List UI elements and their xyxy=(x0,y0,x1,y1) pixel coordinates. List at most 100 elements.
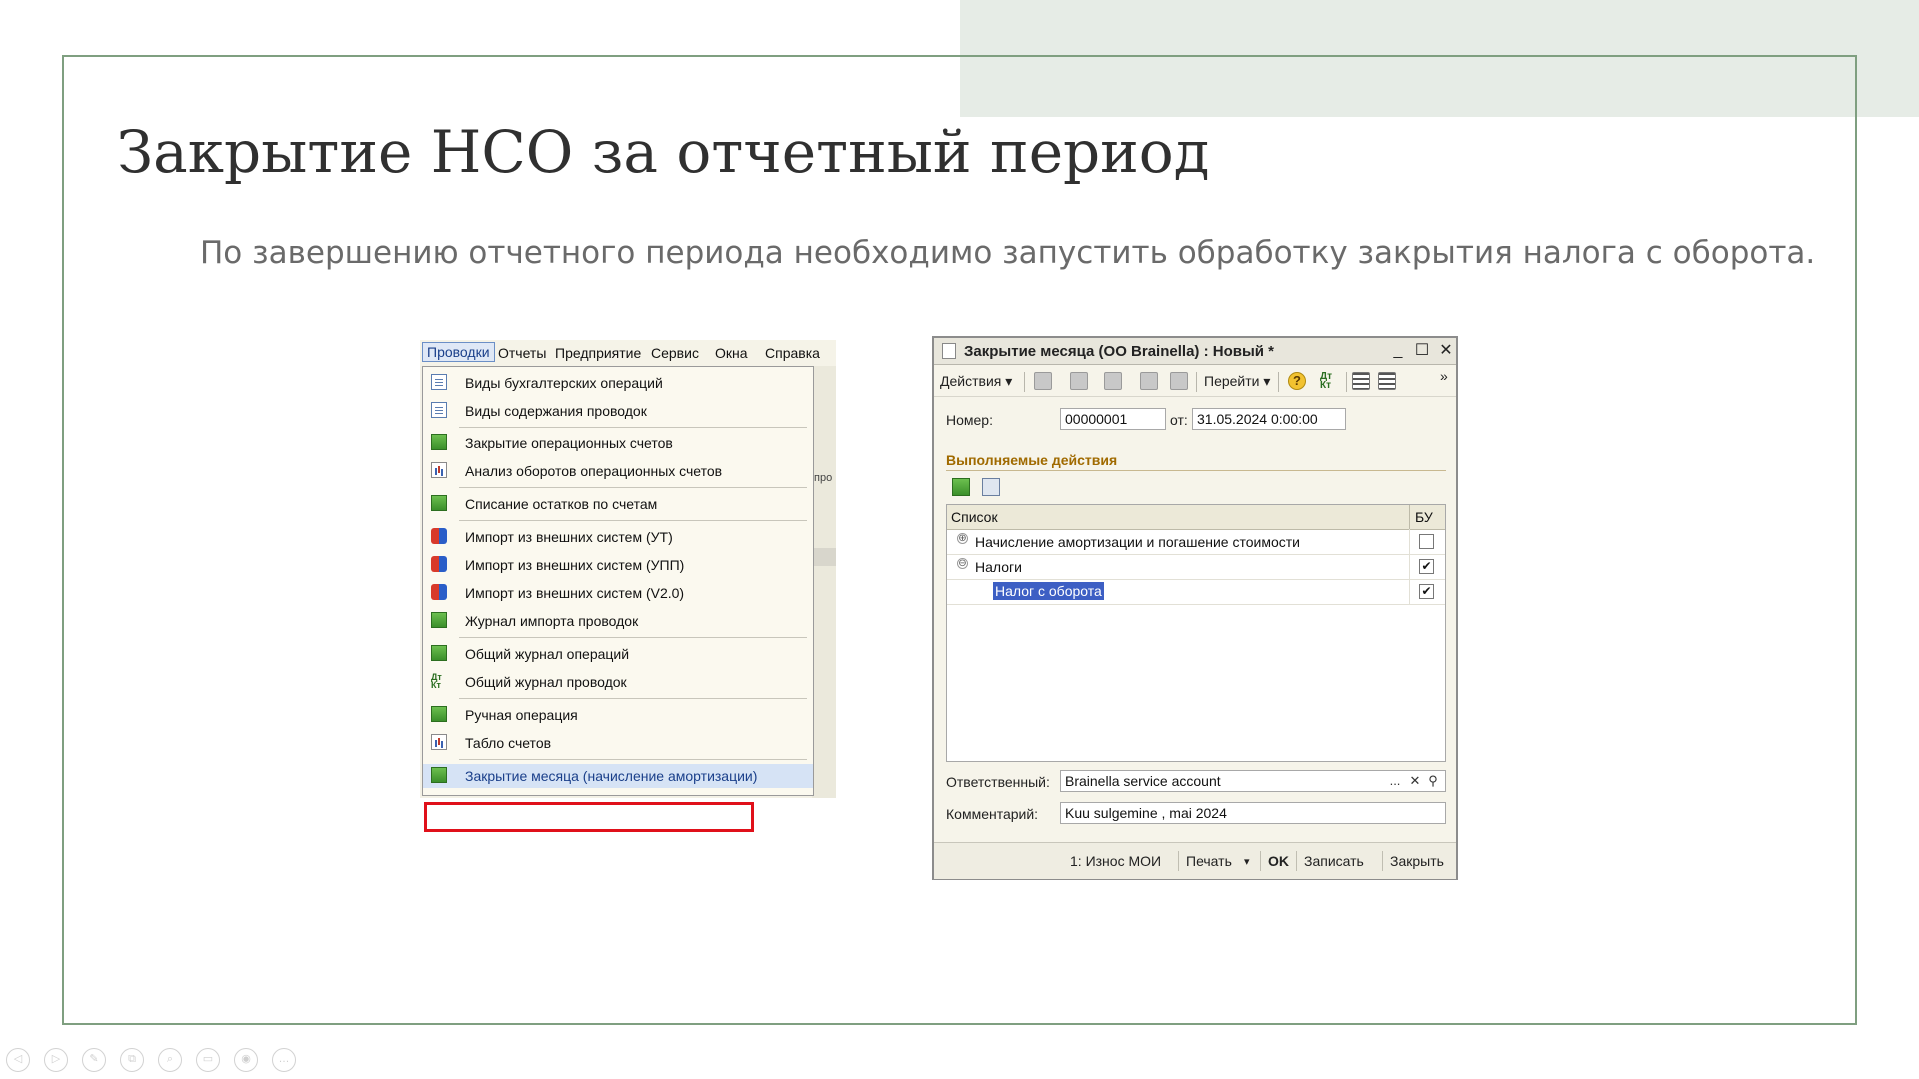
pen-icon[interactable]: ✎ xyxy=(82,1048,106,1072)
camera-icon[interactable]: ◉ xyxy=(234,1048,258,1072)
dialog-title: Закрытие месяца (ОО Brainella) : Новый * xyxy=(964,343,1274,360)
wear-button[interactable]: 1: Износ МОИ xyxy=(1070,853,1161,869)
menu-item[interactable]: Ручная операция xyxy=(423,703,813,727)
checkbox[interactable]: ✔ xyxy=(1419,559,1434,574)
help-icon[interactable]: ? xyxy=(1288,372,1306,390)
menu-item[interactable]: Виды бухгалтерских операций xyxy=(423,371,813,395)
minimize-button[interactable]: _ xyxy=(1388,341,1408,361)
execute-icon[interactable] xyxy=(952,478,970,496)
menu-item[interactable]: Анализ оборотов операционных счетов xyxy=(423,459,813,483)
menu-separator xyxy=(459,759,807,760)
menu-item[interactable]: Импорт из внешних систем (УТ) xyxy=(423,525,813,549)
menu-item[interactable]: Журнал импорта проводок xyxy=(423,609,813,633)
date-label: от: xyxy=(1170,412,1188,428)
document-icon xyxy=(942,343,956,359)
checkbox[interactable] xyxy=(1419,534,1434,549)
copy-icon[interactable] xyxy=(1170,372,1188,390)
expand-icon[interactable]: ⊕ xyxy=(957,533,968,544)
maximize-button[interactable]: ☐ xyxy=(1412,341,1432,361)
search-icon[interactable]: ⚲ xyxy=(1425,773,1441,789)
green-doc-icon xyxy=(431,706,447,722)
actions-menu[interactable]: Действия ▾ xyxy=(940,373,1012,390)
menu-spravka[interactable]: Справка xyxy=(765,345,820,361)
ok-button[interactable]: OK xyxy=(1268,853,1289,869)
dt-kt-icon: Дт Кт xyxy=(431,672,442,690)
close-button[interactable]: ✕ xyxy=(1436,341,1456,361)
prev-slide-icon[interactable]: ◁ xyxy=(6,1048,30,1072)
green-doc-icon xyxy=(431,434,447,450)
subtitles-icon[interactable]: ▭ xyxy=(196,1048,220,1072)
comment-label: Комментарий: xyxy=(946,806,1039,822)
menu-separator xyxy=(459,427,807,428)
menu-okna[interactable]: Окна xyxy=(715,345,748,361)
select-button[interactable]: ... xyxy=(1387,773,1403,789)
menu-predpriyatie[interactable]: Предприятие xyxy=(555,345,641,361)
collapse-icon[interactable]: ⊖ xyxy=(957,558,968,569)
responsible-field[interactable]: Brainella service account ... ✕ ⚲ xyxy=(1060,770,1446,792)
menu-screenshot: Проводки Отчеты Предприятие Сервис Окна … xyxy=(420,340,836,832)
menu-item[interactable]: Импорт из внешних систем (УПП) xyxy=(423,553,813,577)
import-icon xyxy=(431,528,447,544)
print-button[interactable]: Печать xyxy=(1186,853,1232,869)
menu-item-close-month[interactable]: Закрытие месяца (начисление амортизации) xyxy=(423,764,813,788)
menu-item[interactable]: Дт Кт Общий журнал проводок xyxy=(423,670,813,694)
column-bu: БУ xyxy=(1415,509,1433,525)
export-icon[interactable] xyxy=(1140,372,1158,390)
clear-icon[interactable]: ✕ xyxy=(1407,773,1423,789)
menu-separator xyxy=(459,520,807,521)
slide-title: Закрытие НСО за отчетный период xyxy=(117,118,1210,186)
next-slide-icon[interactable]: ▷ xyxy=(44,1048,68,1072)
save-button[interactable]: Записать xyxy=(1304,853,1364,869)
highlight-box xyxy=(424,802,754,832)
menu-provodki[interactable]: Проводки xyxy=(422,342,495,362)
chart-icon xyxy=(431,734,447,750)
doc-icon xyxy=(431,402,447,418)
import-icon xyxy=(431,584,447,600)
menu-item[interactable]: Виды содержания проводок xyxy=(423,399,813,423)
actions-table: Список БУ ⊕ Начисление амортизации и пог… xyxy=(946,504,1446,762)
table-row[interactable]: ⊖ Налоги ✔ xyxy=(947,554,1445,580)
background-window-fragment: про xyxy=(812,366,836,798)
menu-servis[interactable]: Сервис xyxy=(651,345,699,361)
close-month-dialog: Закрытие месяца (ОО Brainella) : Новый *… xyxy=(932,336,1458,880)
menu-separator xyxy=(459,698,807,699)
number-field[interactable]: 00000001 xyxy=(1060,408,1166,430)
more-icon[interactable]: » xyxy=(1440,368,1448,384)
dialog-toolbar: Действия ▾ Перейти ▾ ? Дт Кт » xyxy=(934,366,1456,397)
unpost-icon[interactable] xyxy=(1070,372,1088,390)
tree-view-icon[interactable] xyxy=(1378,372,1396,390)
print-dropdown-icon[interactable]: ▾ xyxy=(1244,855,1250,868)
menu-separator xyxy=(459,487,807,488)
dt-kt-icon[interactable]: Дт Кт xyxy=(1320,372,1338,391)
number-label: Номер: xyxy=(946,412,993,428)
menu-item[interactable]: Импорт из внешних систем (V2.0) xyxy=(423,581,813,605)
menu-item[interactable]: Закрытие операционных счетов xyxy=(423,431,813,455)
table-row-selected[interactable]: Налог с оборота ✔ xyxy=(947,579,1445,605)
list-view-icon[interactable] xyxy=(1352,372,1370,390)
copy-icon[interactable] xyxy=(982,478,1000,496)
dialog-titlebar: Закрытие месяца (ОО Brainella) : Новый *… xyxy=(934,338,1456,365)
menu-item[interactable]: Списание остатков по счетам xyxy=(423,492,813,516)
more-options-icon[interactable]: … xyxy=(272,1048,296,1072)
post-icon[interactable] xyxy=(1034,372,1052,390)
section-title: Выполняемые действия xyxy=(946,452,1118,468)
table-header: Список БУ xyxy=(947,505,1445,530)
menu-item[interactable]: Общий журнал операций xyxy=(423,642,813,666)
menu-otchety[interactable]: Отчеты xyxy=(498,345,546,361)
doc-icon xyxy=(431,374,447,390)
menu-separator xyxy=(459,637,807,638)
date-field[interactable]: 31.05.2024 0:00:00 xyxy=(1192,408,1346,430)
close-dialog-button[interactable]: Закрыть xyxy=(1390,853,1444,869)
import-icon xyxy=(431,556,447,572)
checkbox[interactable]: ✔ xyxy=(1419,584,1434,599)
zoom-icon[interactable]: ⌕ xyxy=(158,1048,182,1072)
comment-field[interactable]: Kuu sulgemine , mai 2024 xyxy=(1060,802,1446,824)
slides-grid-icon[interactable]: ⧉ xyxy=(120,1048,144,1072)
provodki-dropdown: Виды бухгалтерских операций Виды содержа… xyxy=(422,366,814,796)
goto-menu[interactable]: Перейти ▾ xyxy=(1204,373,1270,390)
menu-item[interactable]: Табло счетов xyxy=(423,731,813,755)
refresh-icon[interactable] xyxy=(1104,372,1122,390)
menu-bar: Проводки Отчеты Предприятие Сервис Окна … xyxy=(420,340,836,366)
chart-icon xyxy=(431,462,447,478)
table-row[interactable]: ⊕ Начисление амортизации и погашение сто… xyxy=(947,529,1445,555)
